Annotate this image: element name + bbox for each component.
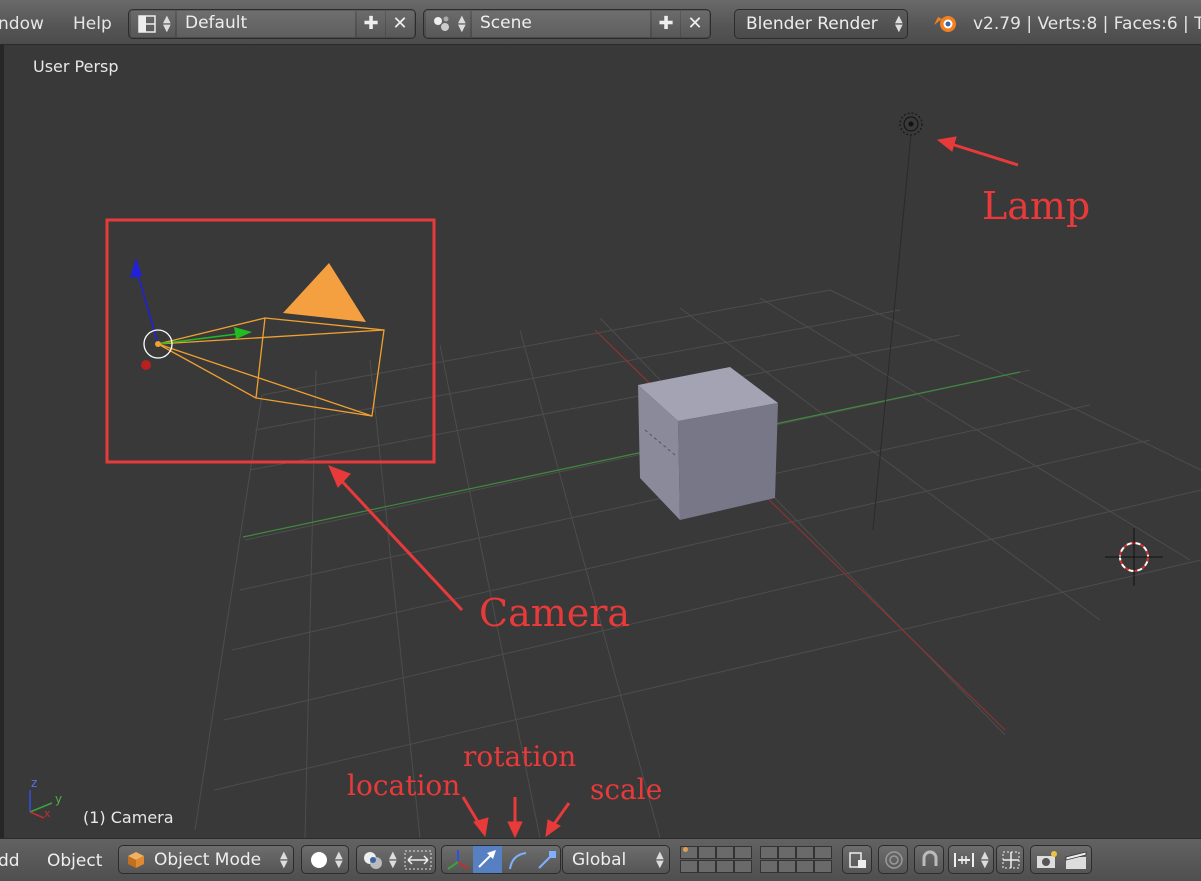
lamp-line bbox=[872, 134, 912, 531]
render-still-icon[interactable] bbox=[1034, 849, 1060, 871]
scene-icon bbox=[434, 16, 449, 31]
updown-arrows-icon: ▲ ▼ bbox=[895, 14, 903, 34]
add-layout-button[interactable]: ✚ bbox=[357, 11, 385, 37]
proportional-editing-button[interactable] bbox=[878, 845, 908, 874]
transform-orientation-dropdown[interactable]: Global ▲ ▼ bbox=[562, 845, 670, 874]
layer-buttons-group-2[interactable] bbox=[760, 846, 834, 874]
rotation-annotation: rotation bbox=[463, 740, 577, 773]
plus-icon: ✚ bbox=[363, 13, 379, 34]
camera-object[interactable] bbox=[130, 258, 385, 417]
lamp-object[interactable] bbox=[899, 112, 923, 136]
plus-icon: ✚ bbox=[658, 13, 674, 34]
location-annotation: location bbox=[347, 769, 461, 802]
scene-browse-button[interactable]: ▲ ▼ bbox=[426, 11, 470, 37]
layout-browse-button[interactable]: ▲ ▼ bbox=[131, 11, 175, 37]
layers-lock-icon bbox=[849, 852, 866, 868]
cube-mode-icon bbox=[128, 852, 144, 868]
3d-view-header: dd Object Object Mode ▲ ▼ ▲ ▼ ▲ ▼ Global… bbox=[0, 838, 1201, 881]
menu-object[interactable]: Object bbox=[47, 851, 102, 871]
layout-icon bbox=[138, 15, 156, 33]
camera-highlight-box bbox=[105, 218, 436, 464]
active-layer-dot bbox=[683, 847, 688, 852]
magnet-icon bbox=[922, 850, 938, 866]
viewport-shading-dropdown[interactable]: ▲ ▼ bbox=[301, 845, 349, 874]
menu-add[interactable]: dd bbox=[0, 851, 20, 871]
snap-target-icon bbox=[1002, 851, 1020, 869]
close-icon: ✕ bbox=[392, 13, 408, 34]
updown-arrows-icon: ▲ ▼ bbox=[389, 850, 397, 870]
manipulate-center-icon[interactable] bbox=[404, 850, 432, 870]
snap-increment-icon bbox=[954, 853, 974, 867]
object-mode-label: Object Mode bbox=[154, 850, 262, 870]
scene-selector: ▲ ▼ Scene ✚ ✕ bbox=[423, 9, 711, 39]
rotation-arc-icon[interactable] bbox=[504, 847, 532, 873]
updown-arrows-icon: ▲ ▼ bbox=[335, 850, 343, 870]
remove-scene-button[interactable]: ✕ bbox=[681, 11, 709, 37]
y-axis-line bbox=[242, 371, 1021, 538]
axis-y-label: y bbox=[55, 792, 63, 806]
blender-logo-icon bbox=[934, 16, 956, 32]
updown-arrows-icon: ▲ ▼ bbox=[981, 850, 989, 870]
snap-target-button[interactable] bbox=[996, 845, 1024, 874]
layout-name-field[interactable]: Default bbox=[177, 11, 355, 37]
close-icon: ✕ bbox=[687, 13, 703, 34]
snap-toggle-button[interactable] bbox=[914, 845, 944, 874]
scene-name-field[interactable]: Scene bbox=[472, 11, 650, 37]
transform-manipulators-group bbox=[441, 845, 561, 874]
3d-cursor[interactable] bbox=[1105, 528, 1163, 586]
updown-arrows-icon: ▲ ▼ bbox=[458, 14, 466, 34]
axis-z-label: z bbox=[31, 776, 38, 790]
render-engine-dropdown[interactable]: Blender Render ▲ ▼ bbox=[734, 9, 908, 39]
scale-annotation: scale bbox=[590, 773, 663, 806]
scene-stats: v2.79 | Verts:8 | Faces:6 | Tris bbox=[973, 14, 1201, 34]
solid-shading-icon bbox=[311, 852, 327, 868]
translate-manipulator-button[interactable] bbox=[473, 846, 502, 873]
pivot-point-group: ▲ ▼ bbox=[356, 845, 436, 874]
updown-arrows-icon: ▲ ▼ bbox=[656, 850, 664, 870]
orientation-label: Global bbox=[572, 850, 627, 870]
info-header: ndow Help ▲▼ Default ✚ ✕ ▲▼ Scene ✚ ✕ bbox=[0, 0, 1201, 45]
updown-arrows-icon: ▲ ▼ bbox=[163, 14, 171, 34]
manipulator-toggle-icon[interactable] bbox=[444, 847, 472, 873]
object-mode-dropdown[interactable]: Object Mode ▲ ▼ bbox=[118, 845, 294, 874]
screen-layout-selector: ▲ ▼ Default ✚ ✕ bbox=[128, 9, 416, 39]
viewport-scene bbox=[29, 112, 1201, 838]
axis-x-label: x bbox=[44, 807, 51, 820]
scale-handle-icon[interactable] bbox=[533, 847, 561, 873]
proportional-edit-icon bbox=[885, 851, 903, 869]
menu-window[interactable]: ndow bbox=[0, 14, 44, 34]
active-object-label: (1) Camera bbox=[83, 808, 174, 827]
menu-help[interactable]: Help bbox=[73, 14, 112, 34]
view-label: User Persp bbox=[33, 57, 119, 76]
floor-grid bbox=[194, 289, 1201, 838]
render-engine-label: Blender Render bbox=[746, 14, 878, 34]
snap-element-dropdown[interactable]: ▲ ▼ bbox=[948, 845, 994, 874]
layer-buttons-group-1[interactable] bbox=[680, 846, 754, 874]
lamp-annotation: Lamp bbox=[982, 184, 1091, 228]
location-arrow-icon bbox=[478, 850, 496, 868]
render-buttons-group bbox=[1030, 845, 1092, 874]
camera-annotation: Camera bbox=[479, 591, 631, 635]
3d-viewport[interactable]: User Persp (1) Camera z y x Lamp Camera … bbox=[0, 45, 1201, 838]
render-animation-icon[interactable] bbox=[1063, 849, 1089, 871]
pivot-point-icon[interactable] bbox=[362, 850, 384, 870]
updown-arrows-icon: ▲ ▼ bbox=[280, 850, 288, 870]
lock-camera-layers-button[interactable] bbox=[842, 845, 872, 874]
add-scene-button[interactable]: ✚ bbox=[652, 11, 680, 37]
cube-object[interactable] bbox=[638, 367, 778, 520]
remove-layout-button[interactable]: ✕ bbox=[386, 11, 414, 37]
